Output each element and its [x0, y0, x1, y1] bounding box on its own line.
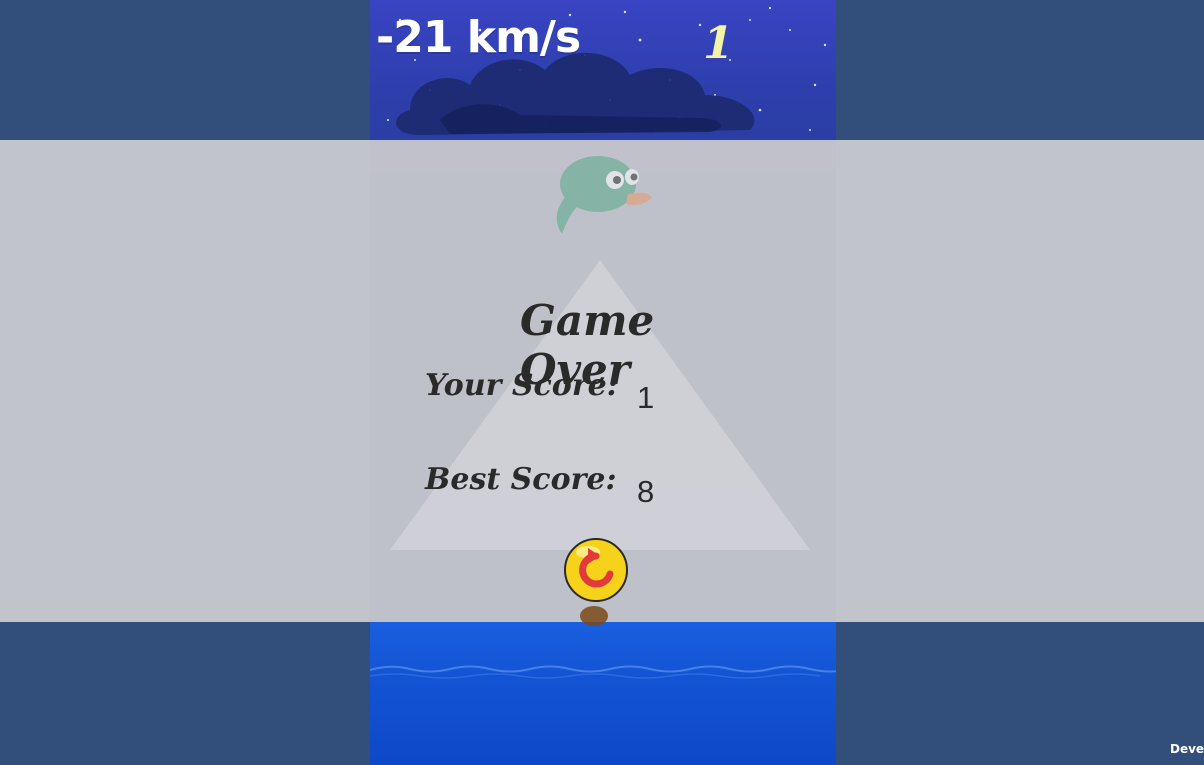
current-score-hud: 1 [703, 18, 734, 69]
fish-character-icon [556, 156, 652, 234]
your-score-label: Your Score: [425, 368, 618, 403]
development-build-badge: Devel [1170, 742, 1204, 756]
restart-icon [564, 538, 628, 626]
ocean [370, 622, 836, 765]
speed-readout: -21 km/s [376, 12, 581, 63]
best-score-label: Best Score: [425, 462, 617, 497]
best-score-value: 8 [637, 474, 655, 509]
your-score-value: 1 [637, 380, 655, 415]
restart-button[interactable] [564, 536, 628, 626]
